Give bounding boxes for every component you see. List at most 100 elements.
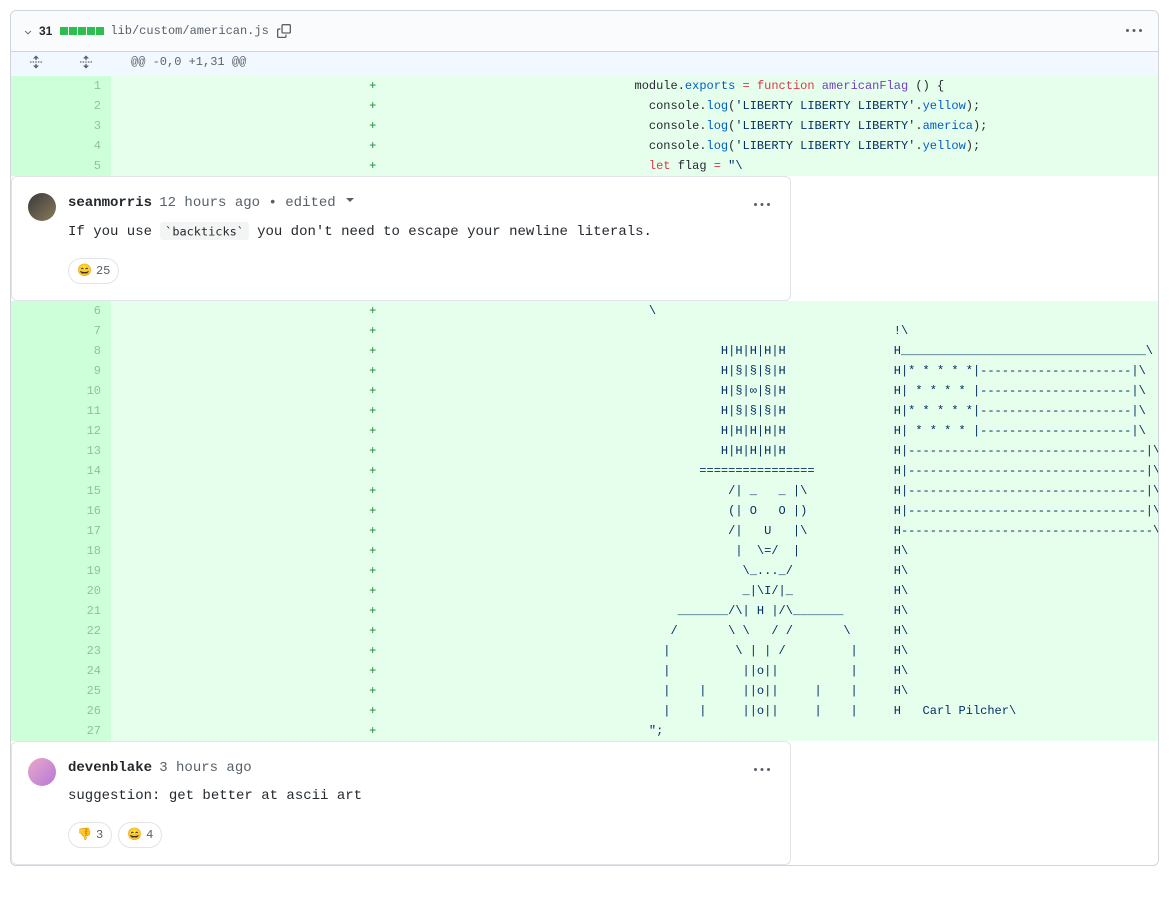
code-line: 19+ \_..._/ H\ — [11, 561, 1158, 581]
line-num-old[interactable] — [11, 421, 61, 441]
line-num-old[interactable] — [11, 701, 61, 721]
code-content: /| U |\ H-------------------------------… — [635, 521, 1159, 541]
line-num-new[interactable]: 15 — [61, 481, 111, 501]
file-actions-menu[interactable] — [1122, 19, 1146, 43]
line-num-old[interactable] — [11, 481, 61, 501]
comment-time[interactable]: 12 hours ago — [159, 195, 260, 211]
code-line: 26+ | | ||o|| | | H Carl Pilcher\ — [11, 701, 1158, 721]
code-content: console.log('LIBERTY LIBERTY LIBERTY'.ye… — [635, 136, 1159, 156]
line-num-old[interactable] — [11, 541, 61, 561]
comment-body-text: suggestion: get better at ascii art — [68, 788, 362, 804]
line-num-old[interactable] — [11, 341, 61, 361]
comment-username[interactable]: devenblake — [68, 760, 152, 776]
avatar[interactable] — [28, 758, 56, 786]
reaction-button[interactable]: 😄4 — [118, 822, 162, 848]
code-line: 5+ let flag = "\ — [11, 156, 1158, 176]
line-num-old[interactable] — [11, 561, 61, 581]
line-num-old[interactable] — [11, 321, 61, 341]
line-num-old[interactable] — [11, 581, 61, 601]
code-content: | \=/ | H\ — [635, 541, 1159, 561]
line-num-new[interactable]: 19 — [61, 561, 111, 581]
line-num-new[interactable]: 25 — [61, 681, 111, 701]
line-num-new[interactable]: 8 — [61, 341, 111, 361]
line-num-old[interactable] — [11, 521, 61, 541]
line-num-new[interactable]: 20 — [61, 581, 111, 601]
line-num-old[interactable] — [11, 441, 61, 461]
chevron-down-icon[interactable] — [346, 198, 354, 206]
line-num-new[interactable]: 17 — [61, 521, 111, 541]
line-num-old[interactable] — [11, 681, 61, 701]
line-num-new[interactable]: 27 — [61, 721, 111, 741]
collapse-toggle[interactable] — [23, 26, 33, 36]
code-line: 27+ "; — [11, 721, 1158, 741]
diff-marker: + — [111, 621, 635, 641]
line-num-new[interactable]: 4 — [61, 136, 111, 156]
line-num-new[interactable]: 12 — [61, 421, 111, 441]
line-num-new[interactable]: 3 — [61, 116, 111, 136]
reaction-count: 25 — [96, 261, 110, 281]
expand-icon[interactable] — [61, 52, 111, 76]
comment-username[interactable]: seanmorris — [68, 195, 152, 211]
reaction-button[interactable]: 😄25 — [68, 258, 119, 284]
line-num-old[interactable] — [11, 116, 61, 136]
line-num-new[interactable]: 13 — [61, 441, 111, 461]
code-line: 14+ ================ H|-----------------… — [11, 461, 1158, 481]
line-num-old[interactable] — [11, 381, 61, 401]
line-num-new[interactable]: 6 — [61, 301, 111, 321]
comment-actions-menu[interactable] — [750, 193, 774, 217]
diff-marker: + — [111, 441, 635, 461]
line-num-old[interactable] — [11, 361, 61, 381]
code-content: let flag = "\ — [635, 156, 1159, 176]
code-content: ================ H|---------------------… — [635, 461, 1159, 481]
line-num-old[interactable] — [11, 641, 61, 661]
line-num-new[interactable]: 23 — [61, 641, 111, 661]
line-num-new[interactable]: 18 — [61, 541, 111, 561]
diff-marker: + — [111, 561, 635, 581]
reactions-bar: 👎3😄4 — [12, 822, 790, 864]
line-num-old[interactable] — [11, 96, 61, 116]
code-content: console.log('LIBERTY LIBERTY LIBERTY'.ye… — [635, 96, 1159, 116]
code-line: 22+ / \ \ / / \ H\ — [11, 621, 1158, 641]
line-num-old[interactable] — [11, 601, 61, 621]
comment-time[interactable]: 3 hours ago — [159, 760, 251, 776]
expand-icon[interactable] — [11, 52, 61, 76]
line-num-old[interactable] — [11, 621, 61, 641]
line-num-new[interactable]: 14 — [61, 461, 111, 481]
copy-path-icon[interactable] — [275, 22, 293, 40]
line-num-old[interactable] — [11, 721, 61, 741]
line-num-old[interactable] — [11, 156, 61, 176]
edited-label[interactable]: • edited — [260, 195, 354, 211]
code-content: "; — [635, 721, 1159, 741]
line-num-new[interactable]: 2 — [61, 96, 111, 116]
line-num-new[interactable]: 16 — [61, 501, 111, 521]
diff-marker: + — [111, 521, 635, 541]
comment-actions-menu[interactable] — [750, 758, 774, 782]
diff-marker: + — [111, 541, 635, 561]
diff-line-count: 31 — [39, 24, 52, 38]
reaction-button[interactable]: 👎3 — [68, 822, 112, 848]
code-line: 23+ | \ | | / | H\ — [11, 641, 1158, 661]
line-num-old[interactable] — [11, 461, 61, 481]
file-path[interactable]: lib/custom/american.js — [110, 24, 268, 38]
line-num-new[interactable]: 26 — [61, 701, 111, 721]
line-num-old[interactable] — [11, 76, 61, 96]
line-num-old[interactable] — [11, 136, 61, 156]
file-box: 31 lib/custom/american.js @@ -0,0 +1,31 … — [10, 10, 1159, 866]
inline-code: `backticks` — [160, 222, 248, 241]
line-num-new[interactable]: 7 — [61, 321, 111, 341]
line-num-new[interactable]: 9 — [61, 361, 111, 381]
line-num-old[interactable] — [11, 401, 61, 421]
line-num-new[interactable]: 21 — [61, 601, 111, 621]
line-num-new[interactable]: 1 — [61, 76, 111, 96]
avatar[interactable] — [28, 193, 56, 221]
line-num-old[interactable] — [11, 501, 61, 521]
code-content: | | ||o|| | | H\ — [635, 681, 1159, 701]
line-num-old[interactable] — [11, 661, 61, 681]
line-num-new[interactable]: 5 — [61, 156, 111, 176]
line-num-new[interactable]: 11 — [61, 401, 111, 421]
line-num-old[interactable] — [11, 301, 61, 321]
diff-marker: + — [111, 401, 635, 421]
line-num-new[interactable]: 22 — [61, 621, 111, 641]
line-num-new[interactable]: 10 — [61, 381, 111, 401]
line-num-new[interactable]: 24 — [61, 661, 111, 681]
